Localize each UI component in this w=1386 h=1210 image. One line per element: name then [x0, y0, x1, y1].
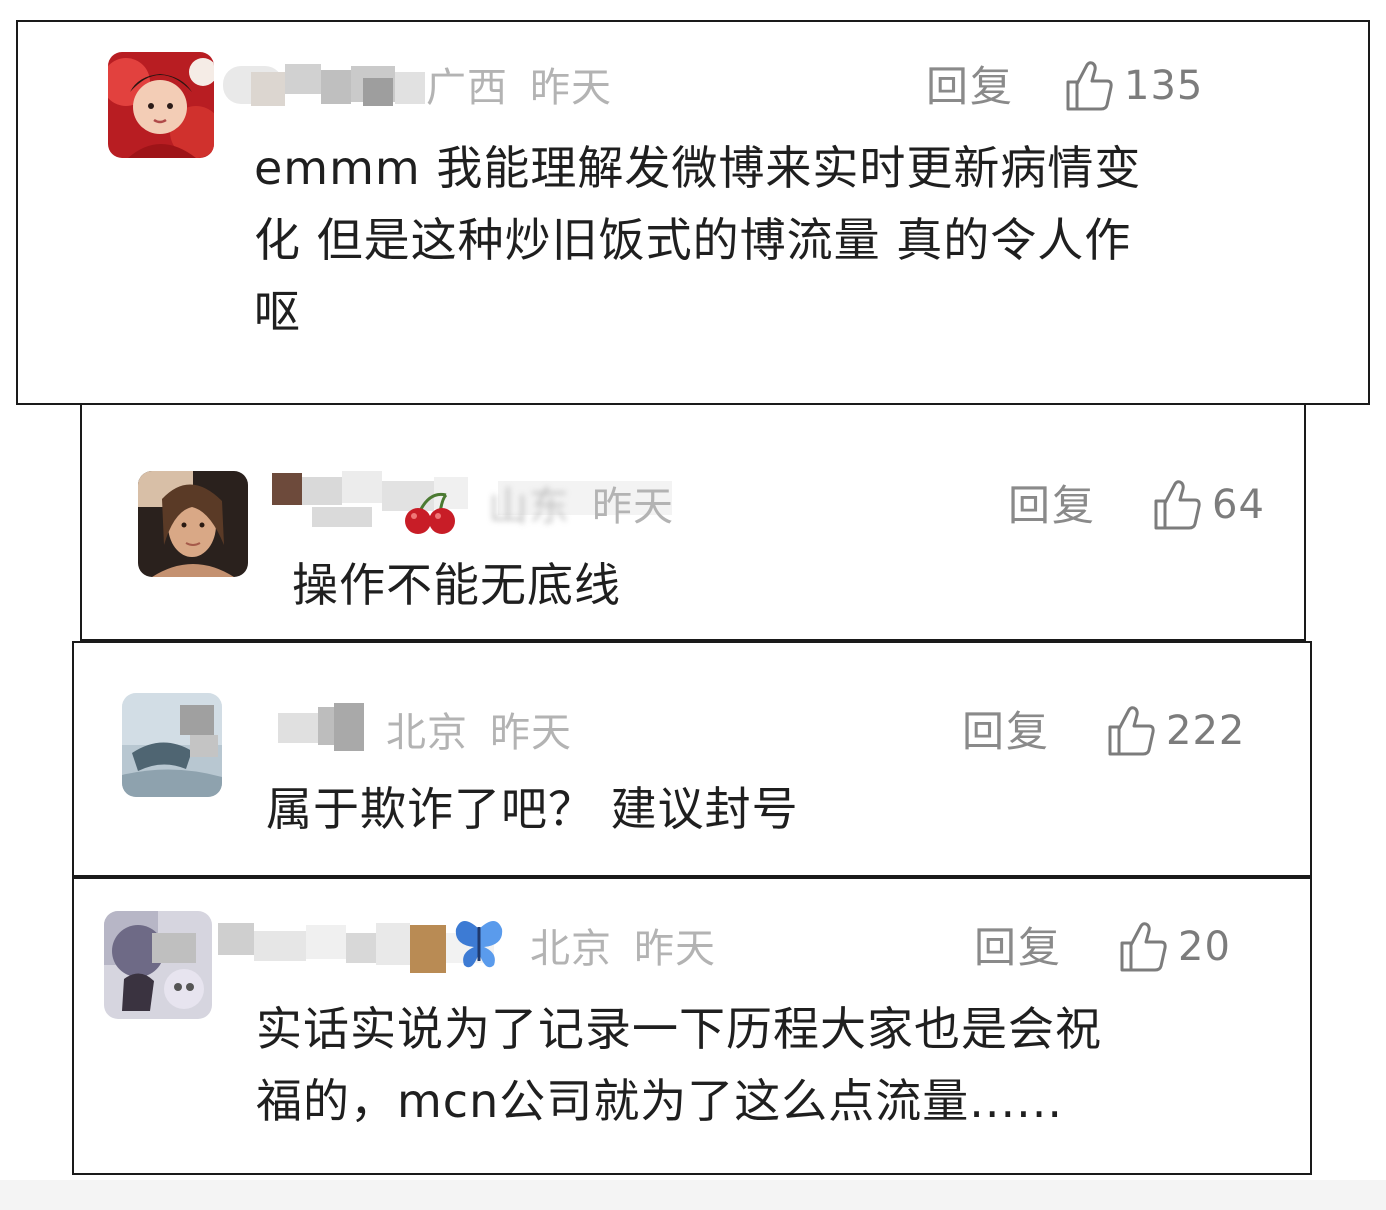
- comment-card: 广西 昨天 回复 135 emmm 我能理解发微博来实时更新病情变 化 但是这种炒…: [16, 20, 1370, 405]
- comment-text-line: 属于欺诈了吧？ 建议封号: [266, 782, 799, 836]
- timestamp: 昨天: [490, 710, 572, 756]
- comment-text: 实话实说为了记录一下历程大家也是会祝 福的，mcn公司就为了这么点流量.....…: [256, 993, 1286, 1137]
- reply-button[interactable]: 回复: [962, 711, 1050, 753]
- timestamp: 昨天: [592, 484, 674, 530]
- comment-text-line: 实话实说为了记录一下历程大家也是会祝: [256, 1002, 1102, 1056]
- like-button[interactable]: 64: [1152, 477, 1265, 533]
- like-count: 64: [1212, 482, 1265, 528]
- comment-text-line: 操作不能无底线: [292, 558, 621, 612]
- avatar[interactable]: [104, 911, 212, 1019]
- comment-card: 山东 昨天 回复 64 操作不能无底线: [80, 403, 1306, 641]
- like-button[interactable]: 20: [1118, 919, 1231, 975]
- comment-text: 属于欺诈了吧？ 建议封号: [266, 773, 1266, 845]
- thumbs-up-icon: [1152, 479, 1202, 531]
- like-count: 20: [1178, 924, 1231, 970]
- butterfly-icon: [452, 917, 506, 977]
- username-blurred[interactable]: [278, 701, 388, 755]
- location: 北京: [530, 926, 612, 972]
- like-count: 135: [1124, 63, 1204, 109]
- comment-text-line: 福的，mcn公司就为了这么点流量......: [256, 1074, 1063, 1128]
- location: 山东: [488, 484, 570, 530]
- cherries-icon: [400, 491, 460, 539]
- timestamp: 昨天: [634, 926, 716, 972]
- comment-meta: 广西 昨天: [426, 68, 612, 108]
- like-count: 222: [1166, 708, 1246, 754]
- like-button[interactable]: 222: [1106, 703, 1245, 759]
- thumbs-up-icon: [1118, 921, 1168, 973]
- location: 广西: [426, 65, 508, 111]
- comment-text: emmm 我能理解发微博来实时更新病情变 化 但是这种炒旧饭式的博流量 真的令人…: [254, 132, 1254, 348]
- thumbs-up-icon: [1106, 705, 1156, 757]
- comment-meta: 山东 昨天: [488, 487, 674, 527]
- comment-text-line: 呕: [254, 285, 301, 339]
- reply-button[interactable]: 回复: [1008, 485, 1096, 527]
- comment-text: 操作不能无底线: [292, 549, 1272, 621]
- comment-card: 北京 昨天 回复 20 实话实说为了记录一下历程大家也是会祝 福的，mcn公司就为…: [72, 877, 1312, 1175]
- comment-meta: 北京 昨天: [386, 713, 572, 753]
- avatar[interactable]: [138, 471, 248, 577]
- avatar[interactable]: [108, 52, 214, 158]
- bottom-strip: [0, 1180, 1386, 1210]
- timestamp: 昨天: [530, 65, 612, 111]
- avatar[interactable]: [122, 693, 222, 797]
- comment-text-line: 化 但是这种炒旧饭式的博流量 真的令人作: [254, 213, 1132, 267]
- comment-card: 北京 昨天 回复 222 属于欺诈了吧？ 建议封号: [72, 641, 1312, 877]
- reply-button[interactable]: 回复: [926, 66, 1014, 108]
- comment-text-line: emmm 我能理解发微博来实时更新病情变: [254, 141, 1142, 195]
- username-blurred[interactable]: [223, 58, 428, 112]
- like-button[interactable]: 135: [1064, 58, 1203, 114]
- reply-button[interactable]: 回复: [974, 927, 1062, 969]
- location: 北京: [386, 710, 468, 756]
- thumbs-up-icon: [1064, 60, 1114, 112]
- comment-meta: 北京 昨天: [530, 929, 716, 969]
